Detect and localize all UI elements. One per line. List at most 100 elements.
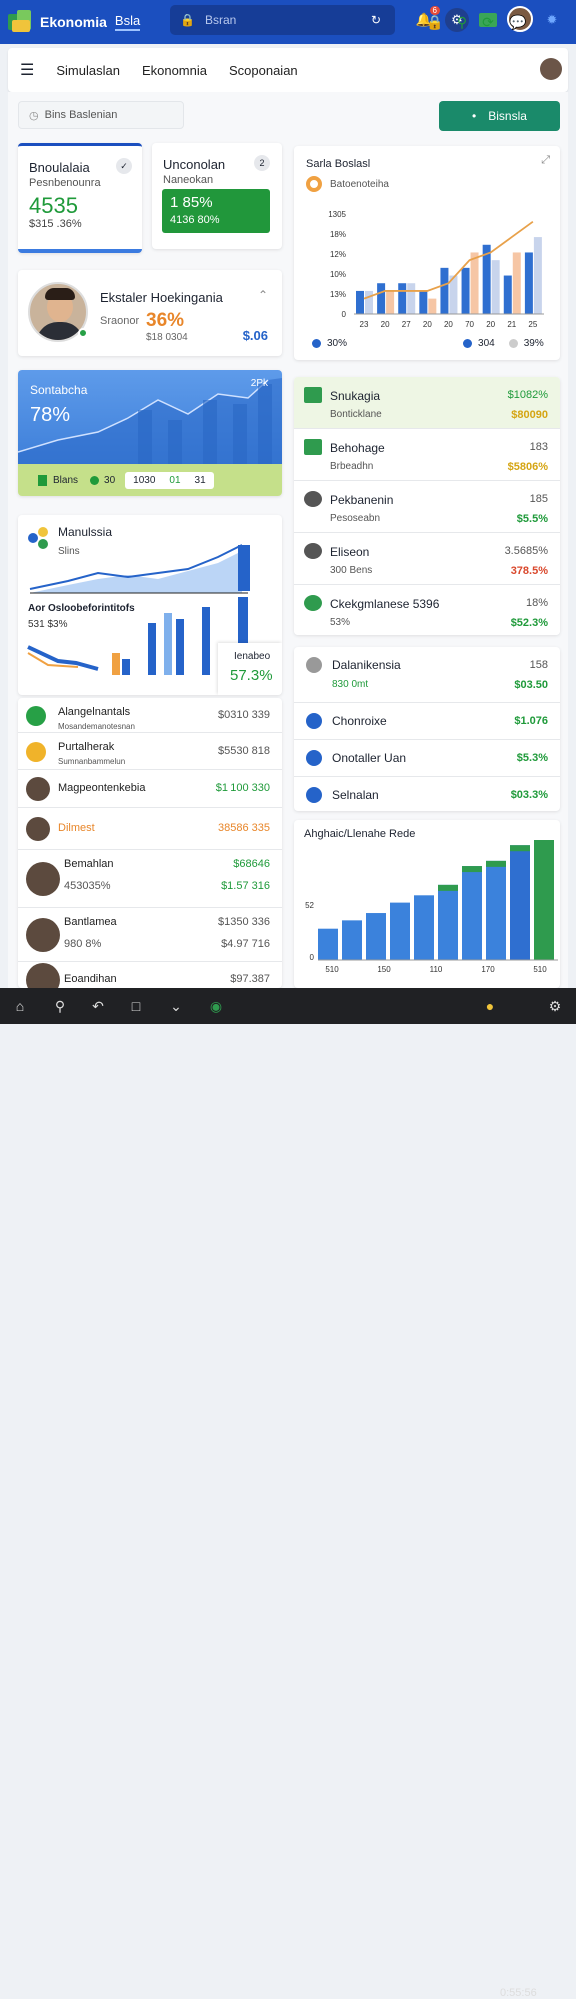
list-item-title: Chonroixe (332, 714, 387, 728)
person-icon (304, 491, 322, 507)
list-item[interactable]: Snukagia Bonticklane $1082% $80090 (294, 377, 560, 429)
list-item-title: Snukagia (330, 389, 381, 403)
settings-icon[interactable]: ⚙ (545, 996, 565, 1016)
list-item[interactable]: Behohage Brbeadhn 183 $5806% (294, 429, 560, 481)
list-item-sub: 980 8% (64, 938, 102, 950)
x-tick-label: 20 (444, 320, 453, 329)
x-tick-label: 150 (377, 965, 391, 974)
legend-chip[interactable]: 1030 01 31 (125, 471, 214, 489)
list-item-title: Dalanikensia (332, 658, 401, 672)
list-item[interactable]: Pekbanenin Pesoseabn 185 $5.5% (294, 481, 560, 533)
bar-cap (486, 860, 506, 867)
profile-avatar[interactable] (540, 58, 562, 80)
taskbar: ⌂ ⚲ ↶ □ ⌄ ◉ ● 0:55:56 ⚙ (0, 988, 576, 1999)
summary-card[interactable]: Sontabcha 78% 2Pk Blans 30 1030 01 31 (18, 370, 282, 496)
window-icon[interactable]: □ (126, 996, 146, 1016)
list-item[interactable]: Selnalan $03.3% (294, 777, 560, 811)
list-item-title: Selnalan (332, 788, 379, 802)
home-icon[interactable]: ⌂ (10, 996, 30, 1016)
x-tick-label: 510 (533, 965, 547, 974)
bar (510, 845, 530, 960)
legend-dot-icon (312, 339, 321, 348)
search-icon[interactable]: ⚲ (452, 12, 472, 32)
nav-link-simulation[interactable]: Simulaslan (56, 63, 120, 78)
list-item-sub: Pesoseabn (330, 513, 381, 524)
list-item[interactable]: Ckekgmlanese 5396 53% 18% $52.3% (294, 585, 560, 635)
x-tick-label: 70 (465, 320, 474, 329)
list-item[interactable]: Dilmest 38586 335 (18, 808, 282, 850)
bar-cap (462, 866, 482, 873)
stat-card-1[interactable]: Bnoulalaia ✓ Pesnbenounra 4535 $315 .36% (18, 143, 142, 253)
clock-icon: ◷ (29, 109, 39, 122)
list-item[interactable]: Magpeontenkebia $1 100 330 (18, 770, 282, 808)
bar (533, 237, 542, 314)
list-item-value: $1350 336 (218, 916, 270, 928)
list-item[interactable]: Bemahlan 453035% $68646 $1.57 316 (18, 850, 282, 908)
mini-mid-sub: 531 $3% (28, 619, 68, 630)
nav-link-economy[interactable]: Ekonomnia (142, 63, 207, 78)
chevron-down-icon[interactable]: ⌄ (166, 996, 186, 1016)
link-icon (304, 439, 322, 455)
chevron-up-icon[interactable]: ⌃ (258, 288, 268, 302)
y-tick-label: 10% (330, 270, 346, 279)
list-item[interactable]: Purtalherak Sumnanbammelun $5530 818 (18, 733, 282, 770)
mini-chart-panel: Manulssia Slins Aor Osloobeforintitofs 5… (18, 515, 282, 695)
list-item-value: $5530 818 (218, 744, 270, 757)
list-item[interactable]: Eliseon 300 Bens 3.5685% 378.5% (294, 533, 560, 585)
mini-card-value: 57.3% (230, 667, 273, 684)
list-item-value: 18% (525, 597, 548, 609)
expand-icon[interactable]: ⤢ (541, 154, 550, 167)
profile-card[interactable]: Ekstaler Hoekingania ⌃ Sraonor 36% $18 0… (18, 270, 282, 356)
legend-chip-value: 01 (169, 474, 181, 486)
list-item[interactable]: Eoandihan $97.387 (18, 962, 282, 988)
list-item-value-2: $03.50 (514, 679, 548, 691)
list-item-value: $68646 (233, 858, 270, 870)
x-tick-label: 20 (423, 320, 432, 329)
refresh-icon[interactable]: ⟳ (478, 12, 498, 32)
bar (438, 884, 458, 960)
y-tick-label: 0 (342, 310, 347, 319)
bar (440, 267, 449, 314)
stat-card-subvalue: 4136 80% (170, 214, 220, 226)
list-item[interactable]: Bantlamea 980 8% $1350 336 $4.97 716 (18, 908, 282, 962)
list-item-title: Eoandihan (64, 973, 117, 985)
app-tab[interactable]: Bsla (114, 13, 141, 31)
apps-icon[interactable]: ✹ (540, 8, 564, 32)
bar (462, 866, 482, 960)
list-item-value-2: $1.57 316 (221, 880, 270, 892)
search-input[interactable]: 🔒 Bsran ↻ (170, 5, 395, 35)
clear-icon[interactable]: ↻ (371, 13, 381, 27)
list-item[interactable]: Chonroixe $1.076 (294, 703, 560, 740)
stat-card-title: Bnoulalaia (29, 160, 90, 175)
list-item-title: Alangelnantals (58, 706, 131, 718)
menu-icon[interactable]: ☰ (20, 60, 34, 80)
primary-action-button[interactable]: • Bisnsla (439, 101, 560, 131)
mini-value-card[interactable]: Ienabeo 57.3% (218, 643, 282, 695)
refresh-icon (304, 595, 322, 611)
bottom-bar-chart: 52 0 510 150 110 170 510 (305, 840, 558, 974)
list-item-value: 3.5685% (504, 545, 548, 557)
stat-card-2[interactable]: Unconolan 2 Naneokan 1 85% 4136 80% (152, 143, 282, 249)
bar (512, 252, 521, 314)
bar (486, 860, 506, 960)
bar-cap (510, 845, 530, 852)
check-icon: ✓ (116, 158, 132, 174)
y-tick-label: 18% (330, 230, 346, 239)
list-item[interactable]: Alangelnantals Mosandemanotesnan $0310 339 (18, 698, 282, 733)
x-tick-label: 25 (528, 320, 537, 329)
bar (318, 928, 338, 960)
legend-chip-value: 1030 (133, 474, 156, 486)
app-icon[interactable]: ◉ (206, 996, 226, 1016)
list-item-value: 183 (529, 441, 548, 453)
lock-icon[interactable]: 🔒 (425, 12, 445, 32)
chat-icon[interactable]: 💬 (508, 12, 528, 32)
list-item[interactable]: Onotaller Uan $5.3% (294, 740, 560, 777)
back-icon[interactable]: ↶ (88, 996, 108, 1016)
bar (356, 290, 364, 314)
list-item[interactable]: Dalanikensia 830 0mt 158 $03.50 (294, 647, 560, 703)
nav-link-scope[interactable]: Scoponaian (229, 63, 298, 78)
stat-card-subvalue: $315 .36% (29, 218, 82, 230)
filter-input[interactable]: ◷ Bins Baslenian (18, 101, 184, 129)
legend-value: 30 (104, 474, 116, 486)
search-icon[interactable]: ⚲ (50, 996, 70, 1016)
